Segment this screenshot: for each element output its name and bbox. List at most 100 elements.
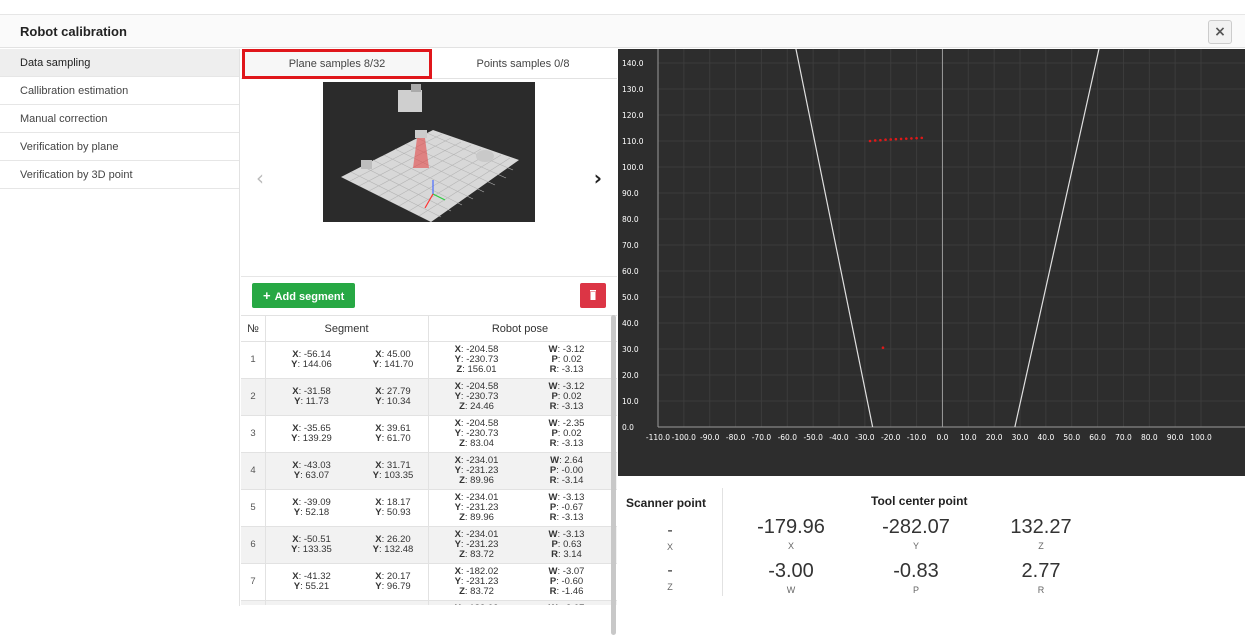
scan-plot: -110.0 -100.0 -90.0 -80.0 -70.0 -60.0 -50.0 -40… [618,49,1245,476]
pose-orientation: W: -2.35 P: 0.02 R: -3.13 [548,418,585,449]
pose-position: X: -204.58 Y: -230.73 Z: 156.01 [454,344,499,375]
x-tick-label: 30.0 [1012,433,1029,442]
x-tick-label: 100.0 [1190,433,1212,442]
x-tick-label: 90.0 [1167,433,1184,442]
scan-point [915,136,918,140]
row-number: 5 [250,502,256,513]
segment-start: X: -39.09 Y: 52.18 [292,497,331,518]
y-tick-label: 50.0 [622,293,639,302]
y-tick-label: 100.0 [622,163,644,172]
x-tick-label: 10.0 [960,433,977,442]
tcp-w-label: W [786,585,796,595]
x-tick-label: 80.0 [1141,433,1158,442]
sidebar-item-calibration-estimation[interactable]: Callibration estimation [0,77,239,105]
x-tick-label: -30.0 [855,433,875,442]
y-tick-label: 120.0 [622,111,644,120]
y-tick-label: 140.0 [622,59,644,68]
next-arrow-icon[interactable]: › [594,166,602,190]
pose-position: X: -182.02Y: -231.23Z: 83.72 [454,566,499,597]
header-robot-pose: Robot pose [491,323,549,335]
table-row[interactable]: 6 X: -50.51 Y: 133.35 X: 26.20 Y: 132.48 X: -… [241,527,617,564]
x-tick-label: 50.0 [1063,433,1080,442]
x-tick-label: 40.0 [1038,433,1055,442]
window-title: Robot calibration [20,24,127,39]
x-tick-label: -110.0 [646,433,670,442]
segment-end: X: 26.20 Y: 132.48 [372,534,414,555]
header-segment: Segment [324,323,369,335]
tcp-z-label: Z [1038,541,1044,551]
sidebar-item-data-sampling[interactable]: Data sampling [0,49,239,77]
tool-center-point-title: Tool center point [871,494,968,508]
pose-orientation: W: -3.13 P: -0.67 R: -3.13 [548,492,585,523]
sample-tabs: Plane samples 8/32 Points samples 0/8 [241,49,617,79]
table-body: 1 X: -56.14 Y: 144.06 X: 45.00 Y: 141.70 X: -… [241,342,617,605]
x-tick-label: -100.0 [672,433,696,442]
tab-plane-samples[interactable]: Plane samples 8/32 [242,49,432,79]
y-tick-label: 60.0 [622,267,639,276]
tcp-p-label: P [912,585,919,595]
y-tick-label: 70.0 [622,241,639,250]
pose-position: X: -234.01 Y: -231.23 Z: 89.96 [454,455,499,486]
row-number: 3 [250,428,256,439]
y-tick-label: 130.0 [622,85,644,94]
tcp-r-value: 2.77 [1021,560,1061,582]
segment-start: X: -43.03 Y: 63.07 [292,460,331,481]
delete-segment-button[interactable] [580,283,606,308]
scan-point [894,137,898,141]
title-bar: Robot calibration × [0,14,1245,48]
prev-arrow-icon[interactable]: ‹ [256,166,264,190]
segment-end: X: 20.17 Y: 96.79 [375,571,411,592]
tcp-z-value: 132.27 [1010,516,1072,538]
pose-position: X: -204.58 Y: -230.73 Z: 24.46 [454,381,499,412]
table-row[interactable]: 7 X: -41.32 Y: 55.21 X: 20.17 Y: 96.79 X: -18… [241,564,617,601]
table-row[interactable]: 3 X: -35.65 Y: 139.29 X: 39.61 Y: 61.70 X: -2… [241,416,617,453]
add-segment-button[interactable]: + Add segment [252,283,356,308]
table-row[interactable]: 1 X: -56.14 Y: 144.06 X: 45.00 Y: 141.70 X: -… [241,342,617,379]
header-num: № [247,323,259,335]
scanner-x-label: X [666,542,673,552]
table-row[interactable]: 5 X: -39.09 Y: 52.18 X: 18.17 Y: 50.93 X: -23… [241,490,617,527]
x-tick-label: -90.0 [700,433,720,442]
pose-position: X: -234.01 Y: -231.23 Z: 89.96 [454,492,499,523]
sidebar-item-manual-correction[interactable]: Manual correction [0,105,239,133]
pose-orientation: W: -3.07 P: -0.60 R: -1.46 [548,566,585,597]
scene-preview-image [323,82,535,222]
sidebar-item-verification-plane[interactable]: Verification by plane [0,133,239,161]
x-tick-label: -10.0 [907,433,927,442]
tab-points-samples[interactable]: Points samples 0/8 [429,49,617,79]
x-tick-label: 70.0 [1115,433,1132,442]
close-button[interactable]: × [1208,20,1232,44]
scanner-x-value: - [667,522,673,539]
tcp-y-value: -282.07 [882,516,950,538]
scan-point [920,136,924,140]
sidebar-item-verification-3d-point[interactable]: Verification by 3D point [0,161,239,189]
table-row[interactable]: 8X: -33.32Y: 111.30X: 36.74Y: 56.35X: -1… [241,601,617,605]
y-tick-label: 0.0 [622,423,634,432]
pose-orientation: W: 2.64 P: -0.00 R: -3.14 [549,455,584,486]
y-tick-label: 20.0 [622,371,639,380]
segment-end: X: 45.00 Y: 141.70 [372,349,414,370]
pose-orientation: W: -3.07P: 0.66R: -1.54 [524,604,609,606]
y-tick-label: 10.0 [622,397,639,406]
row-number: 2 [250,391,256,402]
tcp-x-label: X [787,541,794,551]
scanner-z-label: Z [667,582,673,592]
x-tick-label: -20.0 [881,433,901,442]
tcp-p-value: -0.83 [893,560,939,582]
table-scrollbar[interactable] [611,315,616,635]
scan-point [904,137,908,140]
segment-end: X: 18.17 Y: 50.93 [375,497,411,518]
scan-point [910,137,913,140]
table-row[interactable]: 4 X: -43.03 Y: 63.07 X: 31.71 Y: 103.35 X: -2… [241,453,617,490]
tcp-y-label: Y [912,541,919,551]
table-row[interactable]: 2 X: -31.58 Y: 11.73 X: 27.79 Y: 10.34 X: -20… [241,379,617,416]
sidebar: Data sampling Callibration estimation Ma… [0,49,240,606]
pose-position: X: -182.02Y: -231.23Z: 83.72 [429,604,524,606]
pose-orientation: W: -3.13 P: 0.63 R: 3.14 [548,529,585,560]
row-number: 7 [250,576,256,587]
scan-point [899,137,903,141]
tcp-w-value: -3.00 [768,560,814,582]
scanner-point-title: Scanner point [626,496,707,510]
tcp-x-value: -179.96 [757,516,825,538]
y-tick-label: 90.0 [622,189,639,198]
